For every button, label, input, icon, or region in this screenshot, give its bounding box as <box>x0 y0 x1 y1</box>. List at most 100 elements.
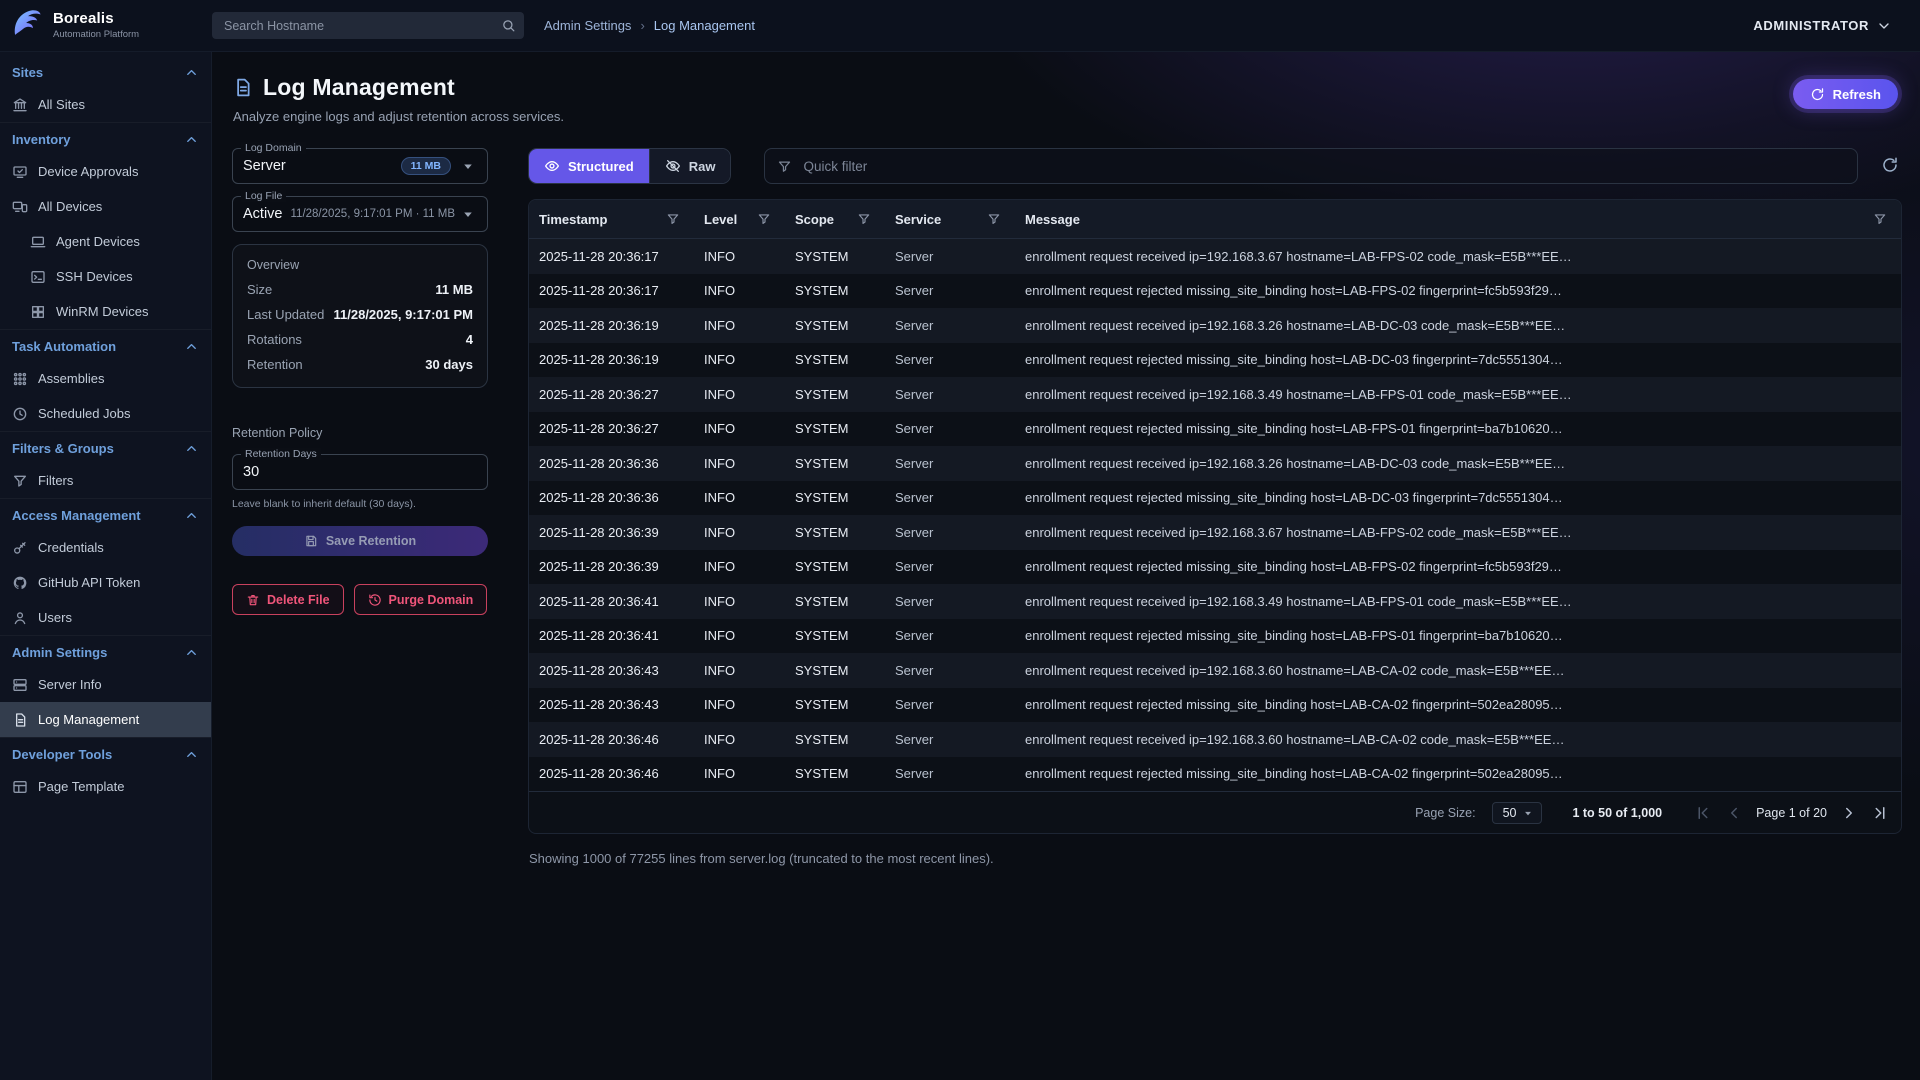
filter-icon[interactable] <box>987 212 1001 226</box>
cell-scope: SYSTEM <box>785 663 885 678</box>
table-row[interactable]: 2025-11-28 20:36:19 INFO SYSTEM Server e… <box>529 343 1901 378</box>
refresh-button[interactable]: Refresh <box>1793 79 1898 109</box>
table-row[interactable]: 2025-11-28 20:36:39 INFO SYSTEM Server e… <box>529 515 1901 550</box>
cell-message: enrollment request received ip=192.168.3… <box>1015 456 1901 471</box>
filter-icon[interactable] <box>666 212 680 226</box>
first-page-button[interactable] <box>1694 804 1712 822</box>
user-icon <box>12 610 28 626</box>
filter-icon[interactable] <box>857 212 871 226</box>
cell-scope: SYSTEM <box>785 594 885 609</box>
bank-icon <box>12 97 28 113</box>
table-refresh-button[interactable] <box>1878 154 1902 178</box>
column-header-service[interactable]: Service <box>885 200 1015 238</box>
layout-icon <box>12 779 28 795</box>
table-row[interactable]: 2025-11-28 20:36:46 INFO SYSTEM Server e… <box>529 757 1901 792</box>
page-indicator: Page 1 of 20 <box>1756 806 1827 820</box>
cell-scope: SYSTEM <box>785 456 885 471</box>
table-row[interactable]: 2025-11-28 20:36:19 INFO SYSTEM Server e… <box>529 308 1901 343</box>
table-row[interactable]: 2025-11-28 20:36:17 INFO SYSTEM Server e… <box>529 274 1901 309</box>
sidebar-section-filters-groups[interactable]: Filters & Groups <box>0 432 211 463</box>
breadcrumb-log-management[interactable]: Log Management <box>654 18 755 33</box>
device-check-icon <box>12 164 28 180</box>
column-header-level[interactable]: Level <box>694 200 785 238</box>
cell-timestamp: 2025-11-28 20:36:39 <box>529 559 694 574</box>
last-page-button[interactable] <box>1871 804 1889 822</box>
sidebar-item-credentials[interactable]: Credentials <box>0 530 211 565</box>
table-row[interactable]: 2025-11-28 20:36:41 INFO SYSTEM Server e… <box>529 584 1901 619</box>
retention-days-field[interactable]: Retention Days <box>232 454 488 490</box>
cell-level: INFO <box>694 283 785 298</box>
chevron-right-icon <box>1840 804 1858 822</box>
page-header: Log Management Analyze engine logs and a… <box>232 74 1902 124</box>
prev-page-button[interactable] <box>1725 804 1743 822</box>
filter-icon[interactable] <box>757 212 771 226</box>
sidebar-section-developer-tools[interactable]: Developer Tools <box>0 738 211 769</box>
sidebar-section-admin-settings[interactable]: Admin Settings <box>0 636 211 667</box>
structured-mode-button[interactable]: Structured <box>529 149 649 183</box>
table-row[interactable]: 2025-11-28 20:36:17 INFO SYSTEM Server e… <box>529 239 1901 274</box>
column-header-scope[interactable]: Scope <box>785 200 885 238</box>
table-row[interactable]: 2025-11-28 20:36:27 INFO SYSTEM Server e… <box>529 412 1901 447</box>
column-header-message[interactable]: Message <box>1015 200 1901 238</box>
sidebar-item-all-devices[interactable]: All Devices <box>0 189 211 224</box>
search-input[interactable] <box>222 18 501 34</box>
table-row[interactable]: 2025-11-28 20:36:36 INFO SYSTEM Server e… <box>529 446 1901 481</box>
sidebar-item-agent-devices[interactable]: Agent Devices <box>0 224 211 259</box>
table-row[interactable]: 2025-11-28 20:36:41 INFO SYSTEM Server e… <box>529 619 1901 654</box>
purge-domain-button[interactable]: Purge Domain <box>354 584 488 615</box>
raw-mode-button[interactable]: Raw <box>649 149 731 183</box>
sidebar-item-users[interactable]: Users <box>0 600 211 635</box>
sidebar-item-winrm-devices[interactable]: WinRM Devices <box>0 294 211 329</box>
quick-filter[interactable] <box>764 148 1858 184</box>
sidebar-item-github-api-token[interactable]: GitHub API Token <box>0 565 211 600</box>
cell-message: enrollment request rejected missing_site… <box>1015 766 1901 781</box>
sidebar-item-log-management[interactable]: Log Management <box>0 702 211 737</box>
cell-service: Server <box>885 594 1015 609</box>
chevron-up-icon <box>184 508 199 523</box>
apps-icon <box>12 371 28 387</box>
next-page-button[interactable] <box>1840 804 1858 822</box>
sidebar-item-label: All Sites <box>38 97 85 112</box>
table-row[interactable]: 2025-11-28 20:36:36 INFO SYSTEM Server e… <box>529 481 1901 516</box>
sidebar-item-page-template[interactable]: Page Template <box>0 769 211 804</box>
sidebar-section-access-management[interactable]: Access Management <box>0 499 211 530</box>
quick-filter-input[interactable] <box>801 158 1845 175</box>
cell-scope: SYSTEM <box>785 318 885 333</box>
user-menu-button[interactable]: ADMINISTRATOR <box>1747 17 1898 35</box>
page-size-select[interactable]: 50 <box>1492 802 1543 824</box>
sidebar-item-all-sites[interactable]: All Sites <box>0 87 211 122</box>
cell-timestamp: 2025-11-28 20:36:43 <box>529 697 694 712</box>
sidebar-item-ssh-devices[interactable]: SSH Devices <box>0 259 211 294</box>
log-domain-select[interactable]: Log Domain Server 11 MB <box>232 148 488 184</box>
overview-rows: Size 11 MB Last Updated 11/28/2025, 9:17… <box>247 282 473 372</box>
filter-icon[interactable] <box>1873 212 1887 226</box>
sidebar-item-scheduled-jobs[interactable]: Scheduled Jobs <box>0 396 211 431</box>
cell-scope: SYSTEM <box>785 421 885 436</box>
overview-row-label: Retention <box>247 357 303 372</box>
delete-file-button[interactable]: Delete File <box>232 584 344 615</box>
sidebar-section: Admin Settings Server Info Log Managemen… <box>0 635 211 737</box>
sidebar-item-server-info[interactable]: Server Info <box>0 667 211 702</box>
cell-message: enrollment request rejected missing_site… <box>1015 283 1901 298</box>
save-retention-button[interactable]: Save Retention <box>232 526 488 556</box>
overview-row-label: Rotations <box>247 332 302 347</box>
hostname-search[interactable] <box>212 12 524 39</box>
app-logo[interactable]: Borealis Automation Platform <box>0 6 212 45</box>
table-row[interactable]: 2025-11-28 20:36:39 INFO SYSTEM Server e… <box>529 550 1901 585</box>
sidebar-section-task-automation[interactable]: Task Automation <box>0 330 211 361</box>
sidebar-section-sites[interactable]: Sites <box>0 56 211 87</box>
sidebar-item-assemblies[interactable]: Assemblies <box>0 361 211 396</box>
overview-card: Overview Size 11 MB Last Updated 11/28/2… <box>232 244 488 388</box>
breadcrumb-admin-settings[interactable]: Admin Settings <box>544 18 631 33</box>
retention-days-input[interactable] <box>243 464 477 480</box>
sidebar-item-device-approvals[interactable]: Device Approvals <box>0 154 211 189</box>
table-row[interactable]: 2025-11-28 20:36:27 INFO SYSTEM Server e… <box>529 377 1901 412</box>
log-file-select[interactable]: Log File Active 11/28/2025, 9:17:01 PM ·… <box>232 196 488 232</box>
table-row[interactable]: 2025-11-28 20:36:43 INFO SYSTEM Server e… <box>529 688 1901 723</box>
table-row[interactable]: 2025-11-28 20:36:46 INFO SYSTEM Server e… <box>529 722 1901 757</box>
column-header-timestamp[interactable]: Timestamp <box>529 200 694 238</box>
borealis-logo-icon <box>10 6 44 45</box>
sidebar-item-filters[interactable]: Filters <box>0 463 211 498</box>
sidebar-section-inventory[interactable]: Inventory <box>0 123 211 154</box>
table-row[interactable]: 2025-11-28 20:36:43 INFO SYSTEM Server e… <box>529 653 1901 688</box>
